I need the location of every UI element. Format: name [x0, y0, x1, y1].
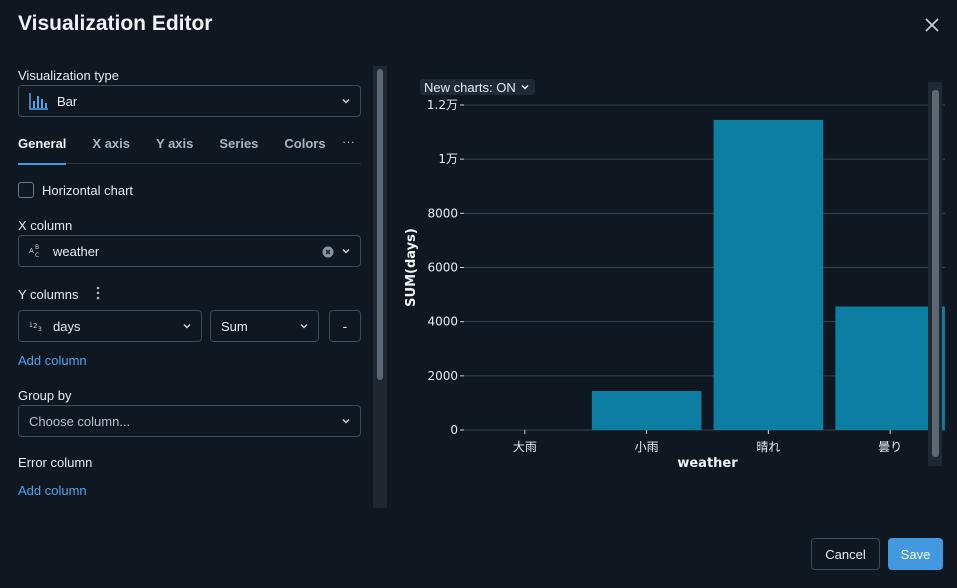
remove-y-column-button[interactable]: - — [329, 310, 361, 342]
settings-tabs: General X axis Y axis Series Colors ··· — [18, 134, 361, 165]
x-tick-label: 小雨 — [635, 440, 659, 454]
horizontal-chart-checkbox[interactable] — [18, 182, 34, 198]
tab-general[interactable]: General — [18, 136, 67, 165]
viz-type-label: Visualization type — [18, 68, 119, 83]
close-button[interactable] — [921, 14, 943, 36]
x-column-label: X column — [18, 218, 73, 233]
aggregation-select[interactable]: Sum — [210, 310, 319, 342]
chevron-down-icon — [300, 323, 308, 329]
x-tick-label: 晴れ — [756, 440, 780, 454]
tabs-more-button[interactable]: ··· — [342, 134, 355, 149]
bar-chart-icon — [29, 92, 49, 110]
aggregation-value: Sum — [221, 318, 248, 334]
y-tick-label: 8000 — [427, 206, 458, 220]
y-columns-label: Y columns — [18, 287, 79, 302]
y-axis-title: SUM(days) — [404, 228, 419, 307]
y-tick-label: 1万 — [438, 152, 458, 166]
svg-text:A: A — [29, 247, 34, 255]
y-tick-label: 0 — [450, 423, 458, 437]
chevron-down-icon — [342, 248, 350, 254]
chevron-down-icon — [342, 98, 350, 104]
settings-scrollbar-thumb[interactable] — [377, 69, 383, 380]
tab-colors[interactable]: Colors — [284, 136, 325, 164]
add-y-column-link[interactable]: Add column — [18, 353, 87, 368]
svg-text:C: C — [35, 252, 39, 258]
y-tick-label: 6000 — [427, 261, 458, 275]
text-type-icon: A B C — [29, 244, 45, 258]
svg-text:B: B — [35, 244, 39, 251]
y-columns-menu-icon[interactable] — [96, 286, 100, 303]
svg-text:2: 2 — [33, 322, 37, 330]
save-button[interactable]: Save — [888, 538, 943, 570]
tab-series[interactable]: Series — [219, 136, 258, 164]
viz-type-select[interactable]: Bar — [18, 85, 361, 117]
bar — [713, 119, 824, 431]
group-by-label: Group by — [18, 388, 72, 403]
error-column-label: Error column — [18, 455, 93, 470]
number-type-icon: 1 2 3 — [29, 319, 45, 333]
x-column-select[interactable]: A B C weather — [18, 235, 361, 267]
group-by-select[interactable]: Choose column... — [18, 405, 361, 437]
chevron-down-icon — [521, 84, 529, 90]
clear-icon[interactable] — [322, 246, 334, 258]
chevron-down-icon — [342, 418, 350, 424]
new-charts-toggle[interactable]: New charts: ON — [420, 79, 535, 95]
close-icon — [925, 18, 939, 32]
x-tick-label: 大雨 — [513, 440, 537, 454]
horizontal-chart-label: Horizontal chart — [42, 183, 134, 198]
dialog-title: Visualization Editor — [18, 12, 213, 35]
svg-text:3: 3 — [38, 326, 42, 333]
tab-y-axis[interactable]: Y axis — [156, 136, 193, 164]
chevron-down-icon — [183, 323, 191, 329]
y-tick-label: 1.2万 — [427, 98, 458, 112]
settings-panel: Visualization type Bar General X axis Y … — [18, 62, 361, 508]
add-error-column-link[interactable]: Add column — [18, 483, 87, 498]
x-column-value: weather — [53, 243, 100, 259]
x-axis-title: weather — [677, 456, 738, 471]
chart-scrollbar-thumb[interactable] — [932, 90, 939, 457]
y-column-select[interactable]: 1 2 3 days — [18, 310, 202, 342]
cancel-button[interactable]: Cancel — [811, 538, 880, 570]
group-by-placeholder: Choose column... — [29, 413, 131, 429]
bar — [591, 391, 702, 430]
y-tick-label: 2000 — [427, 369, 458, 383]
y-tick-label: 4000 — [427, 315, 458, 329]
viz-type-value: Bar — [57, 93, 78, 109]
x-tick-label: 曇り — [878, 440, 902, 454]
tab-x-axis[interactable]: X axis — [92, 136, 130, 164]
bar-chart: 0 2000 4000 6000 8000 1万 1.2万大雨 小雨 晴れ 曇り weather SU… — [404, 98, 945, 471]
y-column-value: days — [53, 318, 81, 334]
new-charts-toggle-label: New charts: ON — [424, 79, 516, 95]
